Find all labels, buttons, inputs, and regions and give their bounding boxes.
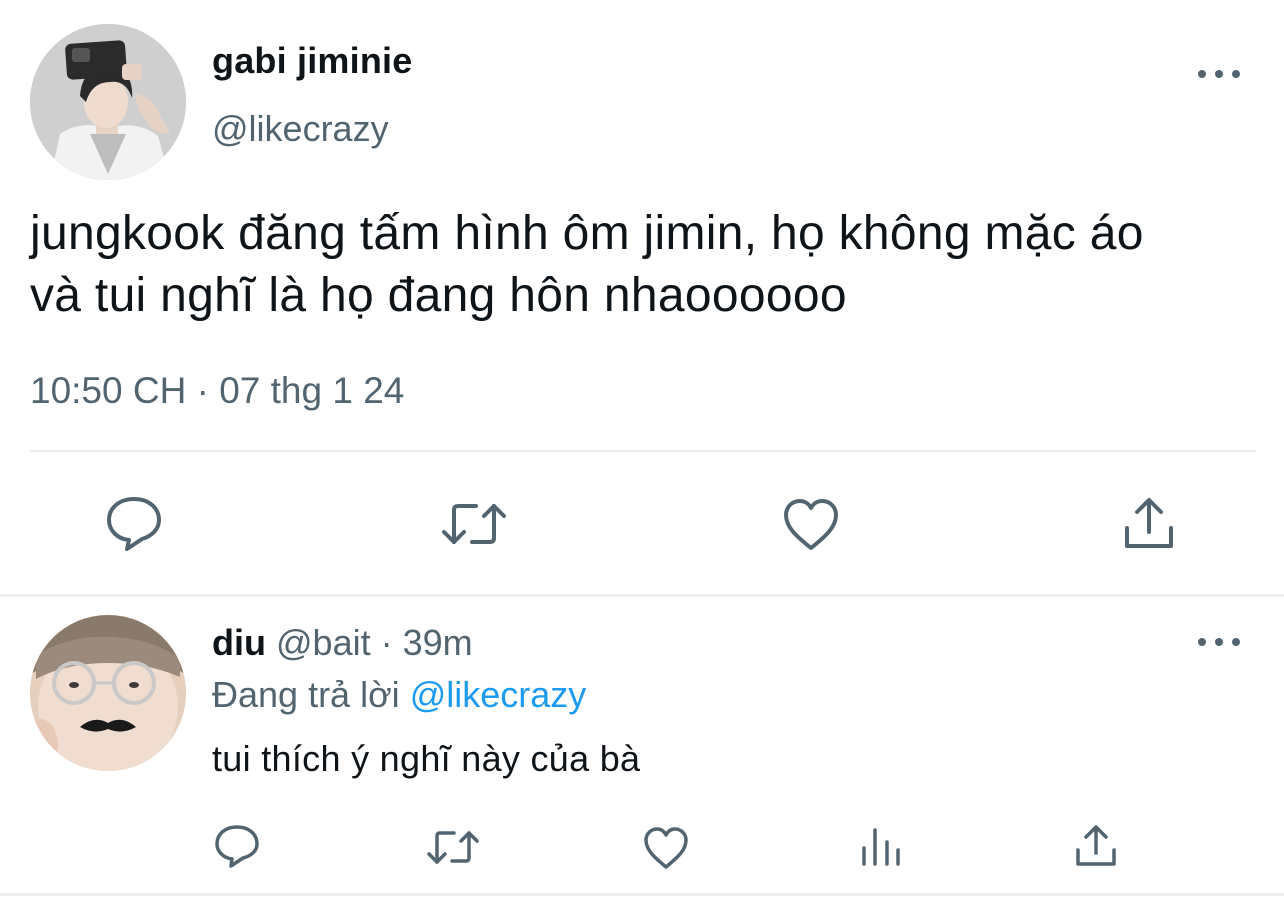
share-icon[interactable]	[1074, 824, 1118, 868]
more-dot	[1198, 638, 1206, 646]
like-icon[interactable]	[642, 826, 690, 870]
header-separator: ·	[380, 622, 393, 663]
divider	[0, 893, 1284, 896]
author-handle[interactable]: @likecrazy	[212, 108, 389, 150]
reply-author-display-name[interactable]: diu	[212, 622, 266, 663]
reply-icon[interactable]	[214, 824, 260, 868]
replying-to-line: Đang trả lời @likecrazy	[212, 674, 586, 716]
more-dot	[1232, 70, 1240, 78]
tweet-text-line: và tui nghĩ là họ đang hôn nhaoooooo	[30, 269, 847, 322]
divider	[30, 450, 1256, 452]
more-options-icon[interactable]	[1198, 632, 1240, 652]
divider	[0, 594, 1284, 597]
more-dot	[1232, 638, 1240, 646]
views-icon[interactable]	[860, 826, 904, 868]
replying-to-prefix: Đang trả lời	[212, 674, 400, 715]
like-icon[interactable]	[782, 498, 840, 552]
retweet-icon[interactable]	[426, 828, 480, 866]
reply-time[interactable]: 39m	[403, 622, 473, 663]
reply-icon[interactable]	[104, 494, 164, 552]
author-avatar[interactable]	[30, 24, 186, 180]
tweet-thread: gabi jiminie @likecrazy jungkook đăng tấ…	[0, 0, 1284, 897]
more-dot	[1215, 70, 1223, 78]
reply-header: diu @bait · 39m	[212, 622, 473, 664]
retweet-icon[interactable]	[440, 500, 508, 548]
share-icon[interactable]	[1122, 496, 1176, 550]
reply-author-handle[interactable]: @bait	[276, 622, 371, 663]
reply-text: tui thích ý nghĩ này của bà	[212, 738, 641, 779]
more-options-icon[interactable]	[1198, 64, 1240, 84]
more-dot	[1215, 638, 1223, 646]
reply-author-avatar[interactable]	[30, 615, 186, 771]
author-display-name[interactable]: gabi jiminie	[212, 40, 412, 82]
tweet-text-line: jungkook đăng tấm hình ôm jimin, họ khôn…	[30, 207, 1144, 260]
replying-to-handle-link[interactable]: @likecrazy	[410, 674, 587, 715]
tweet-text: jungkook đăng tấm hình ôm jimin, họ khôn…	[30, 203, 1270, 327]
tweet-timestamp[interactable]: 10:50 CH · 07 thg 1 24	[30, 370, 404, 412]
more-dot	[1198, 70, 1206, 78]
